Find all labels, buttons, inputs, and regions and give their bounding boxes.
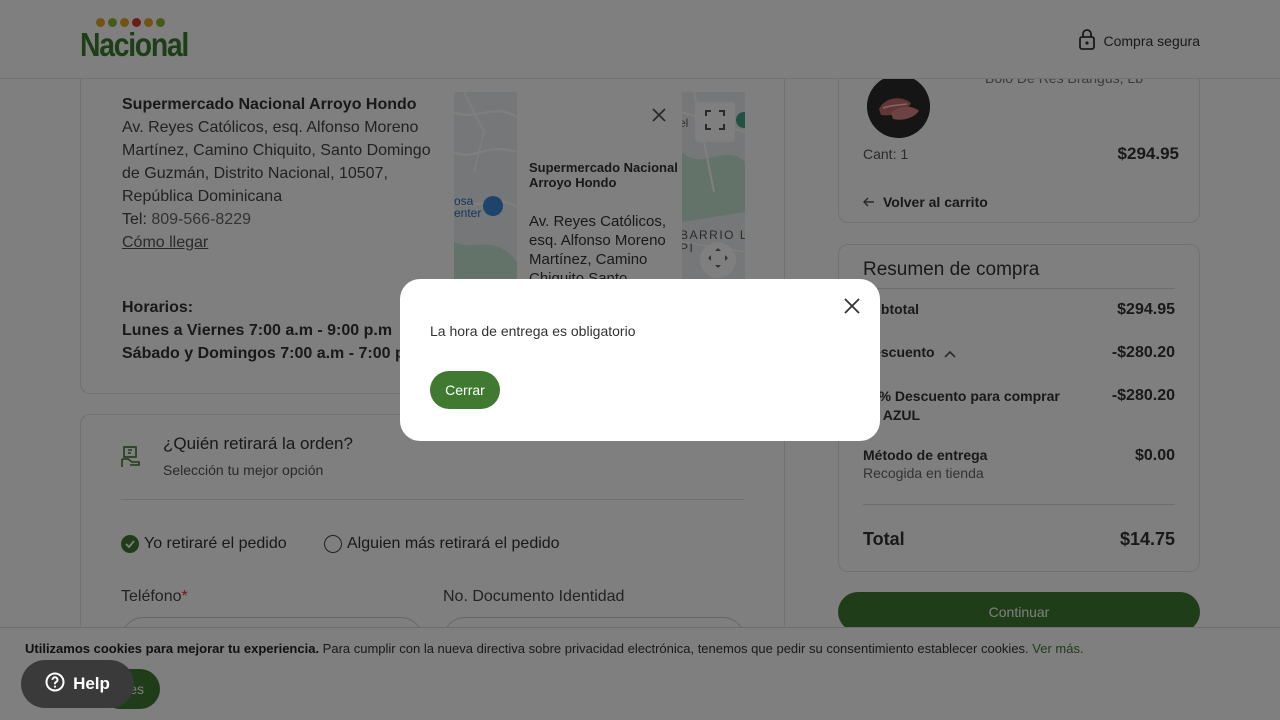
modal-close-button[interactable]: Cerrar	[430, 371, 500, 409]
modal-message: La hora de entrega es obligatorio	[430, 323, 636, 339]
question-circle-icon	[45, 672, 65, 697]
alert-modal: La hora de entrega es obligatorio Cerrar	[400, 279, 880, 441]
help-button[interactable]: Help	[21, 660, 134, 708]
help-label: Help	[73, 674, 110, 693]
modal-close-icon[interactable]	[842, 296, 862, 316]
